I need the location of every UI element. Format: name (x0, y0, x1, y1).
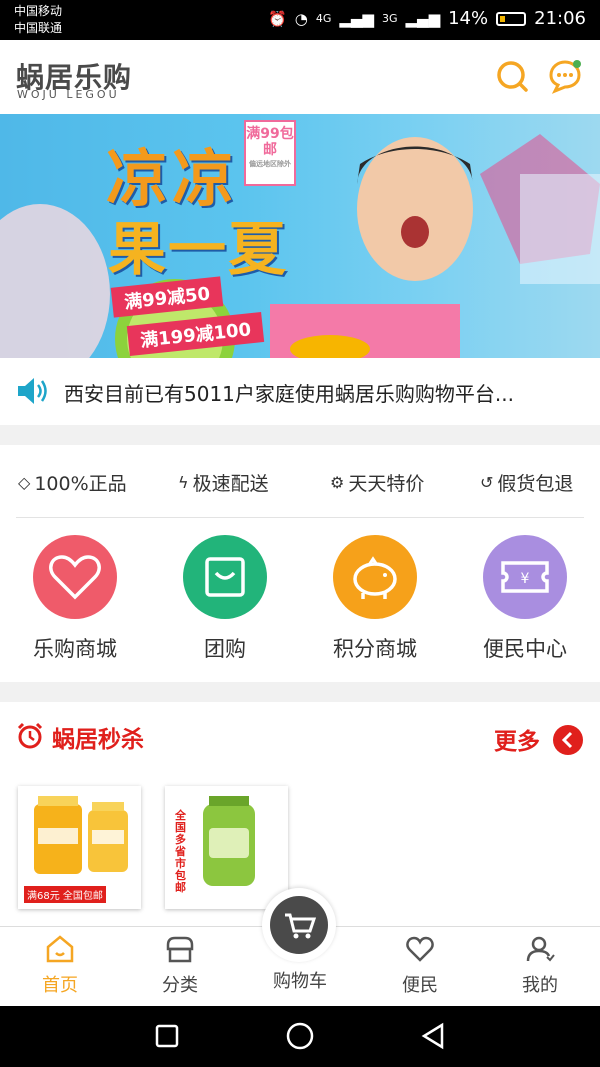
category-label: 乐购商城 (33, 637, 117, 661)
feature-genuine: ◇ 100%正品 (18, 469, 127, 496)
status-bar: 中国移动 中国联通 ⏰ ◔ 4G ▂▄▆ 3G ▂▄▆ 14% 21:06 (0, 0, 600, 40)
ticket-icon: ¥ (501, 561, 549, 593)
tab-category[interactable]: 分类 (120, 935, 240, 997)
carrier-2: 中国联通 (14, 21, 63, 35)
status-right: ⏰ ◔ 4G ▂▄▆ 3G ▂▄▆ 14% 21:06 (268, 8, 586, 29)
tab-label: 购物车 (273, 971, 327, 992)
signal-icon-2: ▂▄▆ (405, 9, 441, 28)
signal-icon: ▂▄▆ (339, 9, 374, 28)
speaker-icon (18, 378, 47, 404)
piggy-bank-icon (353, 556, 397, 599)
heart-icon (49, 555, 101, 600)
banner-headline-2: 果一夏 (108, 215, 289, 283)
carrier-1: 中国移动 (14, 4, 63, 18)
app-header: 蜗居乐购 WOJU LEGOU (0, 40, 600, 114)
tab-convenience[interactable]: 便民 (360, 935, 480, 997)
diamond-icon: ◇ (18, 473, 31, 492)
product-card[interactable]: 满68元 全国包邮 (18, 786, 141, 909)
message-icon[interactable] (547, 58, 583, 94)
heart-outline-icon (406, 936, 434, 962)
carrier-info: 中国移动 中国联通 (14, 3, 62, 37)
feature-label: 天天特价 (348, 473, 425, 495)
recent-apps-icon[interactable] (155, 1024, 179, 1048)
search-icon[interactable] (494, 58, 530, 94)
lightning-icon: ϟ (178, 473, 189, 492)
product-tag: 全国多省市包邮 (175, 809, 186, 894)
divider (16, 517, 584, 518)
chevron-left-icon[interactable] (552, 724, 584, 756)
battery-icon (496, 11, 527, 26)
product-tag: 满68元 全国包邮 (24, 886, 106, 903)
feature-label: 极速配送 (192, 473, 269, 495)
shipping-badge-sub: 偏远地区除外 (249, 160, 291, 168)
announcement-text: 西安目前已有5011户家庭使用蜗居乐购购物平台... (64, 382, 514, 406)
promo-banner[interactable]: 凉凉 果一夏 满99包邮 偏远地区除外 满99减50 满199减100 (0, 114, 600, 358)
more-link[interactable]: 更多 (494, 722, 540, 756)
cart-icon (270, 896, 328, 954)
home-nav-icon[interactable] (285, 1021, 315, 1051)
home-icon (46, 935, 74, 963)
tab-label: 便民 (402, 975, 438, 996)
battery-percent: 14% (448, 8, 489, 29)
feature-label: 100%正品 (34, 473, 127, 495)
shipping-badge: 满99包邮 偏远地区除外 (244, 120, 296, 186)
shipping-badge-text: 满99包邮 (246, 126, 294, 158)
percent-icon: ⚙ (330, 473, 345, 492)
cart-button[interactable] (262, 888, 336, 962)
bag-icon (205, 557, 245, 597)
svg-text:¥: ¥ (521, 571, 530, 587)
tab-home[interactable]: 首页 (0, 935, 120, 997)
tab-label: 首页 (42, 975, 78, 996)
clock: 21:06 (534, 8, 586, 29)
feature-daily-deals: ⚙ 天天特价 (330, 469, 424, 496)
announcement-bar[interactable]: 西安目前已有5011户家庭使用蜗居乐购购物平台... (0, 358, 600, 425)
category-group-buy-button[interactable] (183, 535, 267, 619)
feature-panel: ◇ 100%正品 ϟ 极速配送 ⚙ 天天特价 ↺ 假货包退 ¥ 乐购商城 团购 … (0, 445, 600, 682)
feature-fast-delivery: ϟ 极速配送 (178, 469, 269, 496)
banner-art (0, 134, 600, 358)
flash-sale-title: 蜗居秒杀 (52, 727, 144, 753)
wifi-icon: ◔ (294, 9, 308, 28)
back-icon[interactable] (420, 1022, 446, 1050)
user-icon (526, 936, 555, 962)
alarm-clock-icon (17, 722, 43, 749)
category-mall-button[interactable] (33, 535, 117, 619)
category-service-center-button[interactable]: ¥ (483, 535, 567, 619)
feature-fake-refund: ↺ 假货包退 (480, 469, 573, 496)
network-4g: 4G (315, 12, 332, 25)
tab-profile[interactable]: 我的 (480, 935, 600, 997)
tab-label: 分类 (162, 975, 198, 996)
alarm-icon: ⏰ (268, 9, 287, 28)
category-label: 团购 (204, 637, 246, 661)
category-points-mall-button[interactable] (333, 535, 417, 619)
system-nav-bar (0, 1006, 600, 1067)
network-3g: 3G (381, 12, 398, 25)
feature-label: 假货包退 (497, 473, 574, 495)
category-label: 便民中心 (483, 637, 567, 661)
category-label: 积分商城 (333, 637, 417, 661)
tab-label: 我的 (522, 975, 558, 996)
logo-subtitle: WOJU LEGOU (17, 88, 120, 101)
store-icon (166, 936, 194, 963)
refund-icon: ↺ (480, 473, 494, 492)
